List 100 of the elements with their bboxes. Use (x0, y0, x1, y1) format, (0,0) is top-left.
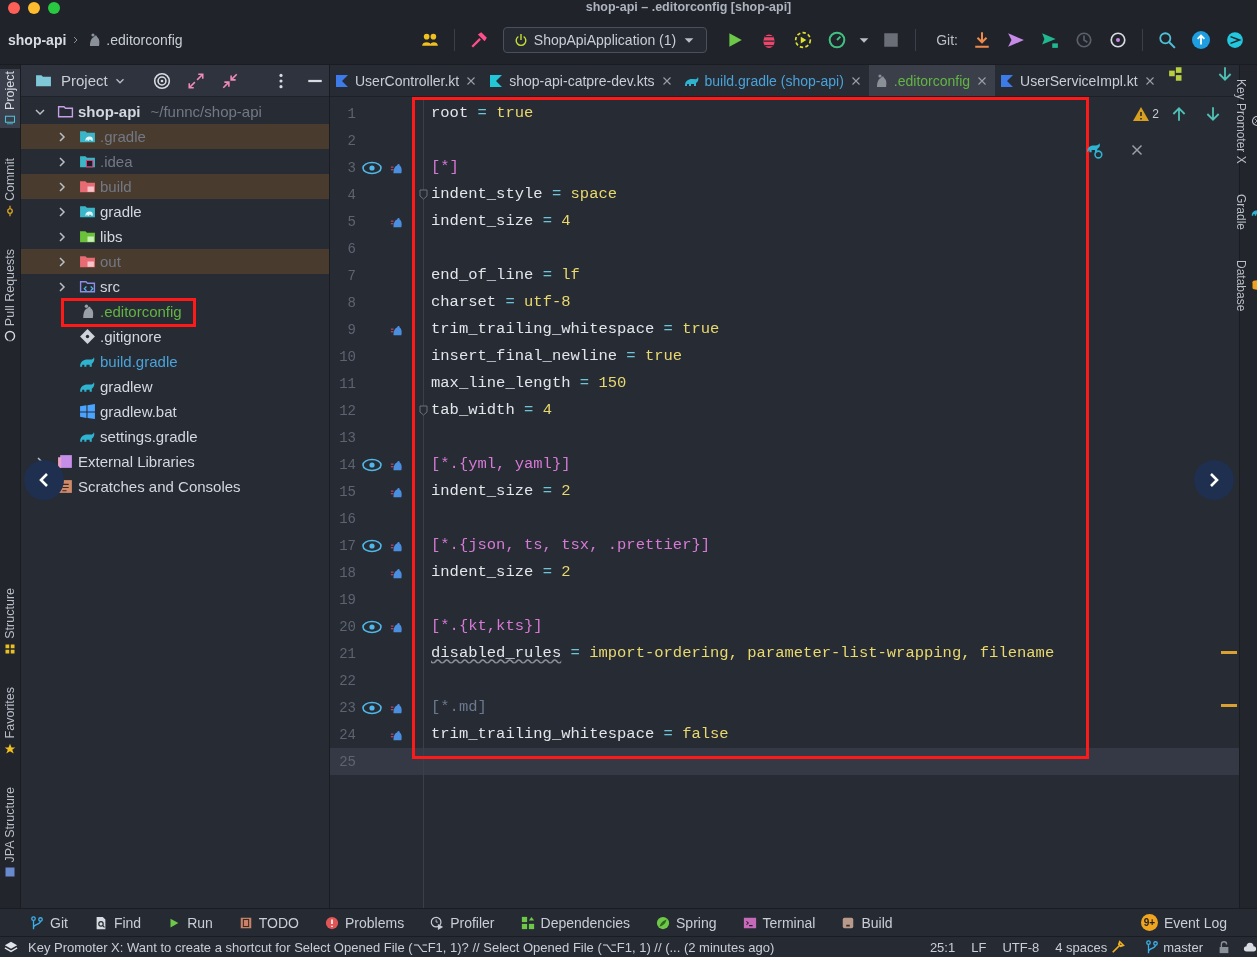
eye-icon[interactable] (362, 538, 382, 553)
tool-window-tab[interactable]: Favorites (0, 685, 20, 757)
minimize-button[interactable] (28, 2, 40, 14)
tool-window-tab[interactable]: Project (0, 69, 20, 128)
eye-icon[interactable] (362, 457, 382, 472)
file-encoding[interactable]: UTF-8 (1002, 939, 1040, 955)
tree-item-label[interactable]: shop-api (78, 103, 141, 120)
editor-tab[interactable]: UserServiceImpl.kt (995, 65, 1163, 96)
line-number: 20 (338, 618, 356, 635)
tree-item-label[interactable]: src (100, 278, 120, 295)
commit-push-icon[interactable] (1041, 31, 1059, 49)
eye-icon[interactable] (362, 160, 382, 175)
event-log-button[interactable]: 9+ Event Log (1140, 914, 1227, 931)
eye-icon[interactable] (362, 619, 382, 634)
update-icon[interactable] (973, 31, 991, 49)
chevron-right-icon[interactable] (57, 156, 67, 167)
tree-item-label[interactable]: build.gradle (100, 353, 178, 370)
tool-window-tab[interactable]: Structure (0, 586, 20, 658)
folder-icon (79, 278, 96, 295)
tools-icon[interactable] (1111, 940, 1126, 954)
tree-item-label[interactable]: .gitignore (100, 328, 162, 345)
chevron-right-icon[interactable] (57, 256, 67, 267)
line-number: 17 (338, 537, 356, 554)
chevron-right-icon[interactable] (57, 206, 67, 217)
tree-item-label[interactable]: settings.gradle (100, 428, 198, 445)
history-icon[interactable] (1075, 31, 1093, 49)
eye-icon[interactable] (362, 700, 382, 715)
tool-window-button[interactable]: Spring (656, 914, 717, 931)
target-icon[interactable] (152, 71, 171, 90)
tool-window-button[interactable]: Profiler (430, 914, 495, 931)
structure-icon (4, 643, 16, 656)
arrow-down-icon[interactable] (1216, 65, 1234, 83)
next-button[interactable] (1194, 460, 1234, 500)
tool-window-tab[interactable]: Commit (0, 155, 20, 219)
zoom-button[interactable] (48, 2, 60, 14)
cloud-icon[interactable] (1243, 940, 1257, 954)
tool-window-button[interactable]: Git (30, 914, 68, 931)
code-line: disabled_rules = import-ordering, parameter-list-wrapping, filename (431, 644, 1055, 662)
branch-icon (1145, 940, 1160, 954)
tool-window-button[interactable]: Dependencies (520, 914, 631, 931)
arrow-down-icon[interactable] (1204, 105, 1222, 123)
layers-icon[interactable] (4, 940, 18, 954)
line-number: 12 (338, 402, 356, 419)
tree-item-label[interactable]: gradle (100, 203, 142, 220)
chevron-right-icon[interactable] (57, 231, 67, 242)
tool-window-button[interactable]: Run (167, 914, 213, 931)
editor-tab[interactable]: shop-api-catpre-dev.kts (484, 65, 680, 96)
tool-window-button[interactable]: Build (841, 914, 893, 931)
send-icon[interactable] (1007, 31, 1025, 49)
chevron-right-icon[interactable] (57, 281, 67, 292)
editor-tab[interactable]: build.gradle (shop-api) (679, 65, 869, 96)
lock-icon[interactable] (1217, 940, 1231, 954)
git-branch[interactable]: master (1163, 939, 1203, 955)
collapse-icon[interactable] (220, 71, 239, 90)
warning-count[interactable]: 2 (1152, 107, 1159, 121)
chevron-right-icon[interactable] (57, 181, 67, 192)
tool-window-button[interactable]: Terminal (742, 914, 816, 931)
editor-tab[interactable]: .editorconfig (868, 65, 996, 96)
tree-item-label[interactable]: gradlew (100, 378, 153, 395)
expand-icon[interactable] (186, 71, 205, 90)
stop-icon[interactable] (882, 31, 901, 49)
rollback-icon[interactable] (1109, 31, 1127, 49)
breadcrumb-item[interactable]: shop-api (8, 32, 67, 48)
gauge-icon[interactable] (828, 31, 847, 49)
tree-item-label[interactable]: libs (100, 228, 123, 245)
run-configuration-dropdown[interactable]: ShopApiApplication (1) (502, 27, 708, 53)
upload-icon[interactable] (1192, 31, 1210, 49)
warning-icon[interactable] (1132, 106, 1151, 122)
tree-item-label[interactable]: Scratches and Consoles (78, 478, 241, 495)
close-button[interactable] (8, 2, 20, 14)
project-view-dropdown[interactable]: Project (35, 72, 127, 89)
breadcrumb-item[interactable]: .editorconfig (106, 32, 183, 48)
gradle-reload-icon[interactable] (1086, 141, 1104, 159)
line-number: 24 (338, 726, 356, 743)
tool-window-button[interactable]: Find (93, 914, 142, 931)
code-line: charset = utf-8 (431, 293, 571, 311)
tool-window-tab[interactable]: JPA Structure (0, 784, 20, 880)
indent-setting[interactable]: 4 spaces (1055, 939, 1108, 955)
people-icon[interactable] (420, 31, 439, 49)
arrow-up-icon[interactable] (1170, 105, 1188, 123)
tree-item-label[interactable]: External Libraries (78, 453, 195, 470)
line-number: 13 (338, 429, 356, 446)
line-separator[interactable]: LF (971, 939, 987, 955)
search-icon[interactable] (1158, 31, 1176, 49)
coverage-icon[interactable] (794, 31, 813, 49)
plugin-icon[interactable] (1226, 31, 1244, 49)
tool-window-button[interactable]: TODO (238, 914, 299, 931)
hammer-icon[interactable] (469, 31, 488, 49)
tool-window-tab[interactable]: Pull Requests (0, 246, 20, 345)
tool-window-tab[interactable]: Gradle (1234, 193, 1257, 230)
tool-window-tab[interactable]: Database (1234, 259, 1257, 312)
caret-position[interactable]: 25:1 (929, 939, 956, 955)
tree-item-label[interactable]: gradlew.bat (100, 403, 177, 420)
editor-tab[interactable]: UserController.kt (330, 65, 485, 96)
tree-item-label[interactable]: .editorconfig (100, 303, 182, 320)
tool-window-tab[interactable]: Key Promoter X (1234, 79, 1257, 164)
tool-window-button[interactable]: Problems (325, 914, 405, 931)
chevron-down-icon[interactable] (35, 106, 45, 117)
chevron-right-icon[interactable] (57, 131, 67, 142)
leaf-icon (656, 915, 671, 930)
